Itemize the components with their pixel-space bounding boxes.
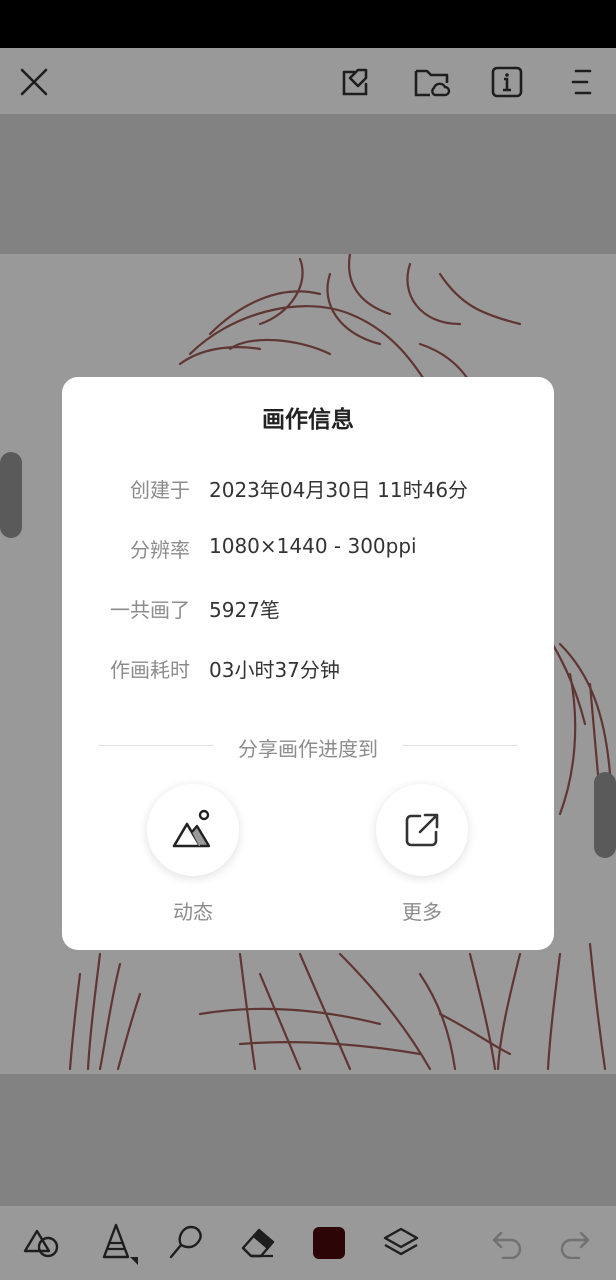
info-value: 5927笔 xyxy=(209,598,280,622)
info-label: 作画耗时 xyxy=(110,658,190,682)
external-share-icon xyxy=(405,813,439,847)
info-value: 1080×1440 - 300ppi xyxy=(209,534,417,558)
info-label: 一共画了 xyxy=(110,598,190,622)
info-row-resolution: 分辨率 1080×1440 - 300ppi xyxy=(62,534,554,564)
status-bar xyxy=(0,0,616,48)
info-row-duration: 作画耗时 03小时37分钟 xyxy=(62,654,554,684)
right-slider-handle[interactable] xyxy=(594,772,616,858)
share-moments-button[interactable] xyxy=(147,784,239,876)
info-value: 03小时37分钟 xyxy=(209,658,340,682)
info-value: 2023年04月30日 11时46分 xyxy=(209,478,469,502)
mountain-photo-icon xyxy=(172,809,211,848)
share-moments-label: 动态 xyxy=(173,900,213,924)
share-more-label: 更多 xyxy=(402,900,442,924)
dialog-title: 画作信息 xyxy=(262,407,354,433)
info-row-strokes: 一共画了 5927笔 xyxy=(62,594,554,624)
info-label: 分辨率 xyxy=(130,538,190,562)
share-heading: 分享画作进度到 xyxy=(238,737,378,761)
info-label: 创建于 xyxy=(130,478,190,502)
info-row-created: 创建于 2023年04月30日 11时46分 xyxy=(62,474,554,504)
left-slider-handle[interactable] xyxy=(0,452,22,538)
share-more-button[interactable] xyxy=(376,784,468,876)
